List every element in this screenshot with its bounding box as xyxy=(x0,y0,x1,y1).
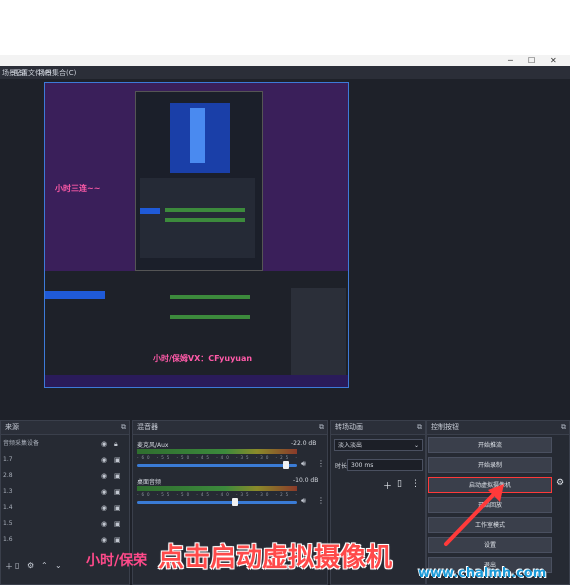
annotation-arrow xyxy=(444,484,504,546)
instruction-caption: 点击启动虚拟摄像机 xyxy=(158,543,393,573)
watermark: www.chalmh.com xyxy=(418,566,547,581)
caption-small: 小时/保荣 xyxy=(86,553,148,569)
